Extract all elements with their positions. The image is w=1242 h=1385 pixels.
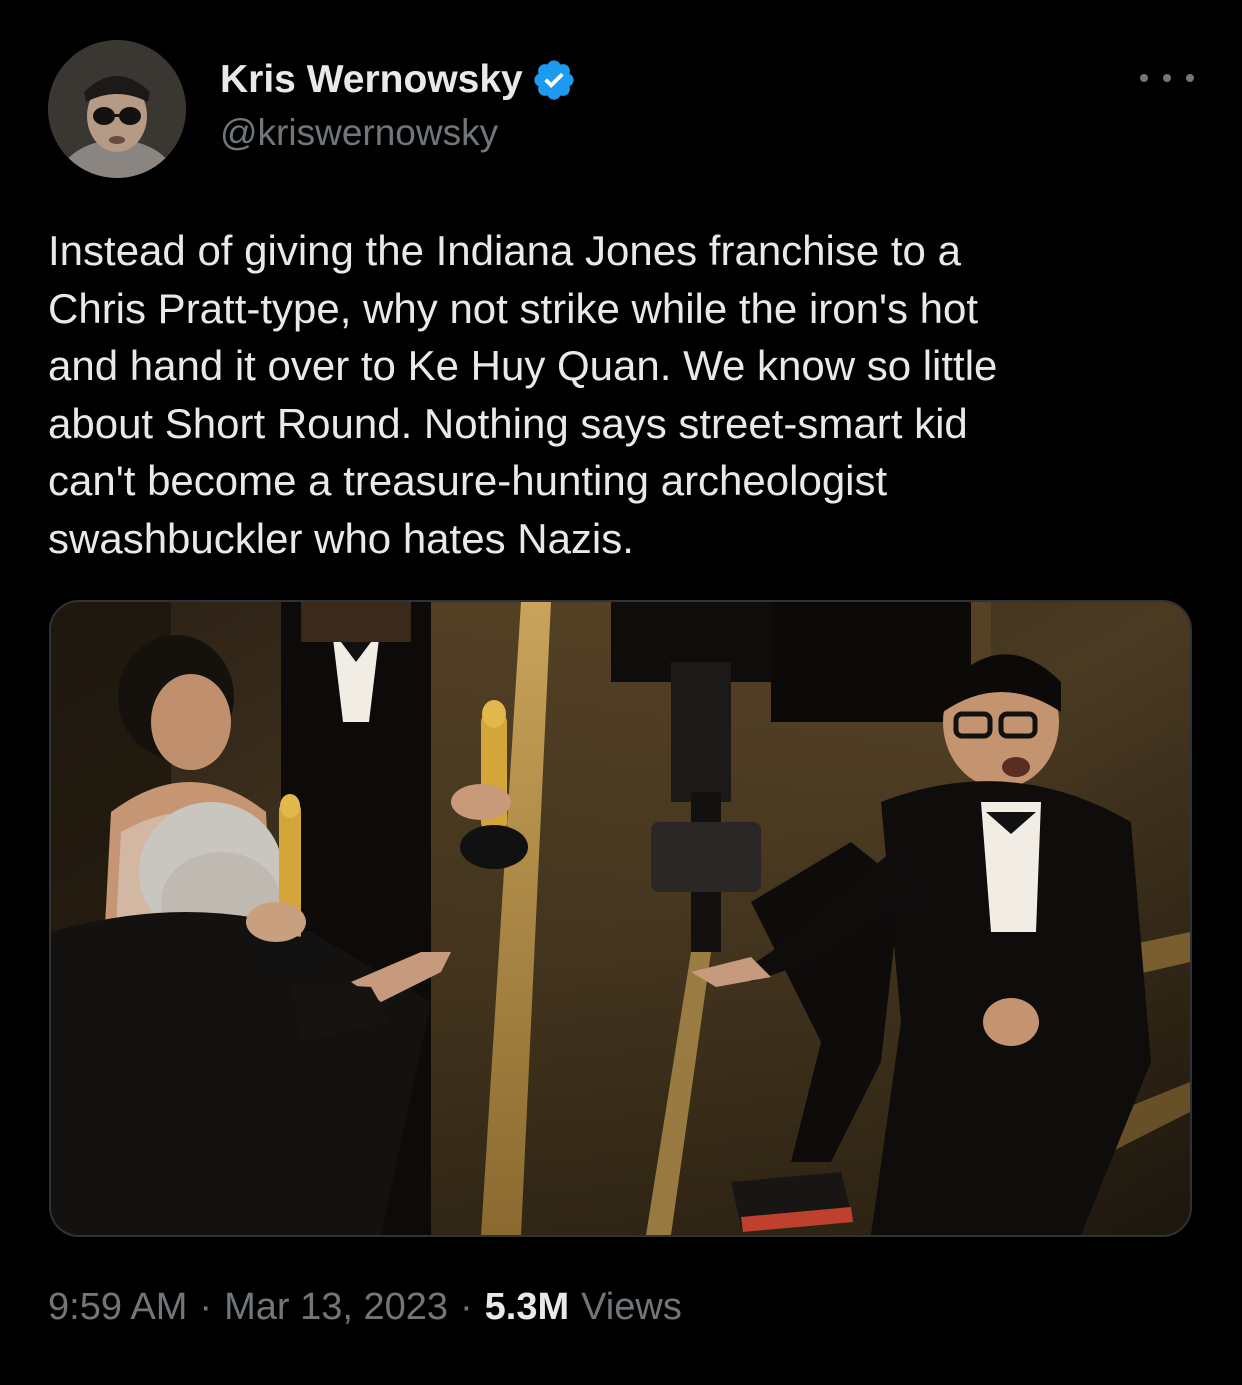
more-options-icon[interactable] (1140, 60, 1194, 96)
tweet-time[interactable]: 9:59 AM (48, 1286, 187, 1329)
author-name-row[interactable]: Kris Wernowsky (220, 54, 577, 106)
more-dot (1140, 74, 1148, 82)
tweet-text: Instead of giving the Indiana Jones fran… (48, 227, 998, 562)
more-dot (1163, 74, 1171, 82)
meta-separator: · (199, 1286, 213, 1328)
photo-illustration (51, 602, 1190, 1235)
meta-separator: · (460, 1286, 473, 1328)
views-count[interactable]: 5.3M (485, 1286, 569, 1329)
views-label[interactable]: Views (581, 1286, 682, 1329)
tweet-date[interactable]: Mar 13, 2023 (224, 1286, 448, 1329)
more-dot (1186, 74, 1194, 82)
verified-badge-icon (531, 57, 577, 103)
author-avatar[interactable] (48, 40, 186, 178)
tweet: Kris Wernowsky @kriswernowsky Instead of… (0, 0, 1242, 1385)
avatar-photo (48, 40, 186, 178)
author-display-name[interactable]: Kris Wernowsky (220, 58, 523, 102)
tweet-meta: 9:59 AM · Mar 13, 2023 · 5.3M Views (48, 1286, 682, 1329)
author-handle[interactable]: @kriswernowsky (220, 112, 498, 154)
tweet-media-photo[interactable] (49, 600, 1192, 1237)
